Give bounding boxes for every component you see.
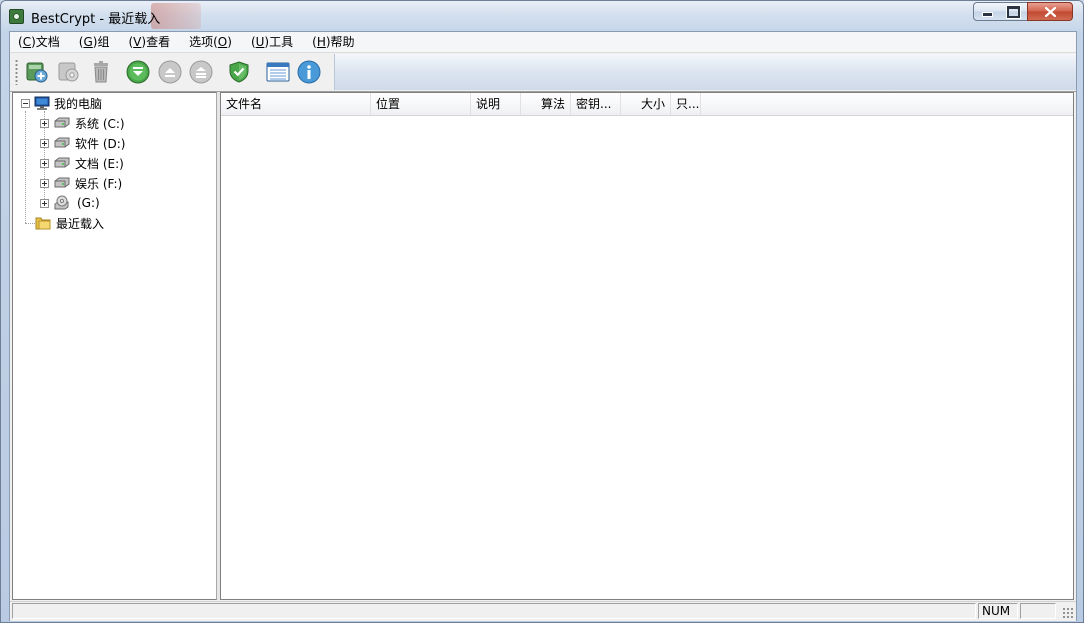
- column-header-readonly[interactable]: 只...: [671, 93, 701, 115]
- column-header-key[interactable]: 密钥...: [571, 93, 621, 115]
- create-container-icon: [26, 62, 48, 83]
- tree-item-drive-e[interactable]: 文档 (E:): [40, 154, 124, 172]
- menu-tools-accelerator: U: [255, 35, 265, 49]
- expand-toggle-icon[interactable]: [40, 138, 49, 148]
- close-button[interactable]: [1027, 2, 1073, 21]
- dvd-drive-icon: [54, 195, 69, 210]
- expand-toggle-icon[interactable]: [40, 178, 49, 188]
- dismount-icon: [158, 60, 182, 84]
- container-list-pane[interactable]: 文件名 位置 说明 算法 密钥... 大小 只...: [220, 92, 1074, 600]
- menu-document[interactable]: (C)文档: [12, 32, 66, 52]
- resize-grip[interactable]: [1062, 607, 1074, 619]
- toolbar-grip[interactable]: [15, 59, 18, 85]
- tree-item-drive-f[interactable]: 娱乐 (F:): [40, 174, 122, 192]
- status-num-lock: NUM: [978, 603, 1018, 619]
- list-view-icon: [266, 62, 290, 82]
- tree-item-drive-d[interactable]: 软件 (D:): [40, 134, 125, 152]
- container-properties-icon: [58, 62, 79, 82]
- menu-group-label: 组: [97, 35, 110, 49]
- dismount-button[interactable]: [158, 60, 182, 84]
- container-properties-button[interactable]: [57, 60, 81, 84]
- tree-connector-root: [25, 111, 26, 223]
- tree-label-drive-d: 软件 (D:): [75, 136, 126, 151]
- title-bar[interactable]: BestCrypt - 最近载入: [1, 1, 1083, 31]
- hard-drive-icon: [54, 117, 70, 128]
- tree-label-drive-g: (G:): [77, 196, 100, 210]
- menu-document-label: 文档: [35, 35, 60, 49]
- tree-label-recent: 最近载入: [56, 216, 105, 231]
- create-container-button[interactable]: [25, 60, 49, 84]
- mount-button[interactable]: [126, 60, 150, 84]
- application-window: BestCrypt - 最近载入 (C)文档 (G)组 (V)查看 选项(O) …: [0, 0, 1084, 623]
- delete-button[interactable]: [89, 60, 113, 84]
- menu-group-accelerator: G: [83, 35, 93, 49]
- menu-options-label: 选项: [189, 35, 214, 49]
- folder-icon: [35, 217, 51, 230]
- menu-help[interactable]: (H)帮助: [306, 32, 360, 52]
- shield-button[interactable]: [227, 60, 251, 84]
- status-extra-panel: [1020, 603, 1056, 619]
- minimize-icon: [981, 12, 993, 17]
- dismount-all-icon: [189, 60, 213, 84]
- info-button[interactable]: [297, 60, 321, 84]
- tree-item-recent[interactable]: 最近载入: [35, 214, 104, 232]
- computer-icon: [34, 96, 50, 110]
- expand-toggle-icon[interactable]: [40, 198, 49, 208]
- hard-drive-icon: [54, 157, 70, 168]
- bestcrypt-app-icon[interactable]: [9, 9, 24, 24]
- column-header-size[interactable]: 大小: [621, 93, 671, 115]
- delete-icon: [94, 61, 108, 83]
- column-header-description[interactable]: 说明: [471, 93, 521, 115]
- maximize-button[interactable]: [1000, 2, 1027, 21]
- toolbar-empty-band: [334, 54, 1076, 90]
- menu-bar: (C)文档 (G)组 (V)查看 选项(O) (U)工具 (H)帮助: [10, 32, 1076, 53]
- list-view-button[interactable]: [266, 60, 290, 84]
- tree-connector-recent: [25, 223, 35, 224]
- column-header-location[interactable]: 位置: [371, 93, 471, 115]
- maximize-icon: [1007, 5, 1020, 18]
- menu-tools[interactable]: (U)工具: [245, 32, 299, 52]
- menu-help-accelerator: H: [316, 35, 326, 49]
- tree-item-my-computer[interactable]: 我的电脑: [21, 94, 102, 112]
- tree-item-drive-g[interactable]: (G:): [40, 194, 100, 212]
- menu-document-accelerator: C: [22, 35, 32, 49]
- expand-toggle-icon[interactable]: [40, 118, 49, 128]
- hard-drive-icon: [54, 177, 70, 188]
- collapse-toggle-icon[interactable]: [21, 98, 30, 108]
- tree-label-my-computer: 我的电脑: [54, 96, 103, 111]
- list-header: 文件名 位置 说明 算法 密钥... 大小 只...: [221, 93, 1073, 116]
- close-icon: [1044, 6, 1056, 17]
- window-title: BestCrypt - 最近载入: [31, 12, 161, 27]
- tree-label-drive-e: 文档 (E:): [75, 156, 124, 171]
- dismount-all-button[interactable]: [189, 60, 213, 84]
- column-header-filename[interactable]: 文件名: [221, 93, 371, 115]
- info-icon: [297, 60, 321, 84]
- shield-icon: [229, 61, 249, 83]
- menu-group[interactable]: (G)组: [73, 32, 116, 52]
- menu-help-label: 帮助: [330, 35, 355, 49]
- status-bar: NUM: [10, 601, 1076, 621]
- toolbar: [10, 53, 1076, 92]
- expand-toggle-icon[interactable]: [40, 158, 49, 168]
- status-main-panel: [12, 603, 976, 619]
- minimize-button[interactable]: [973, 2, 1001, 21]
- drive-tree-pane[interactable]: 我的电脑 系统 (C:) 软件 (D:) 文档 (E:) 娱乐 (F:) (G:…: [12, 92, 217, 600]
- menu-options-accelerator: O: [217, 35, 228, 49]
- tree-label-drive-f: 娱乐 (F:): [75, 176, 123, 191]
- menu-view-accelerator: V: [133, 35, 142, 49]
- tree-label-drive-c: 系统 (C:): [75, 116, 125, 131]
- menu-view-label: 查看: [146, 35, 171, 49]
- menu-options[interactable]: 选项(O): [183, 32, 238, 52]
- column-header-algorithm[interactable]: 算法: [521, 93, 571, 115]
- client-area: (C)文档 (G)组 (V)查看 选项(O) (U)工具 (H)帮助 我的电脑 …: [9, 31, 1077, 621]
- menu-tools-label: 工具: [269, 35, 294, 49]
- mount-icon: [126, 60, 150, 84]
- tree-item-drive-c[interactable]: 系统 (C:): [40, 114, 125, 132]
- hard-drive-icon: [54, 137, 70, 148]
- menu-view[interactable]: (V)查看: [122, 32, 176, 52]
